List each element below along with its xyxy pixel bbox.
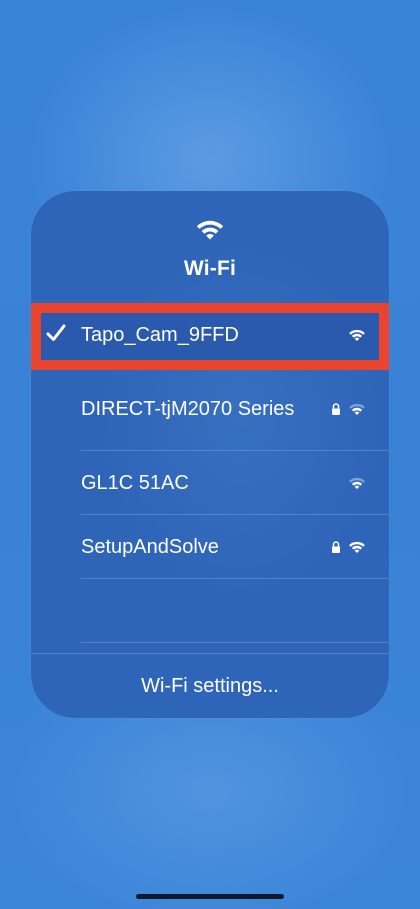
wifi-settings-label: Wi-Fi settings... bbox=[141, 674, 279, 697]
lock-icon bbox=[332, 403, 340, 415]
wifi-signal-medium-icon bbox=[349, 403, 365, 415]
network-name: SetupAndSolve bbox=[81, 536, 219, 558]
network-status-icons bbox=[331, 402, 367, 417]
network-status-icons bbox=[331, 540, 367, 555]
wifi-header: Wi-Fi bbox=[31, 217, 389, 281]
home-indicator[interactable] bbox=[136, 894, 284, 899]
checkmark-icon bbox=[46, 324, 66, 341]
wifi-settings-button[interactable]: Wi-Fi settings... bbox=[31, 653, 389, 718]
network-row-gl1c[interactable]: GL1C 51AC bbox=[31, 451, 389, 515]
wifi-signal-medium-icon bbox=[349, 477, 365, 489]
wifi-signal-full-icon bbox=[349, 541, 365, 553]
network-row-setupandsolve[interactable]: SetupAndSolve bbox=[31, 515, 389, 579]
network-list: Tapo_Cam_9FFD DIRECT-tjM2070 Series GL1C… bbox=[31, 303, 389, 643]
network-name: Tapo_Cam_9FFD bbox=[81, 324, 239, 346]
wifi-signal-full-icon bbox=[349, 329, 365, 341]
network-status-icons bbox=[347, 328, 367, 343]
network-row-tapo-cam[interactable]: Tapo_Cam_9FFD bbox=[31, 303, 389, 367]
network-row-direct[interactable]: DIRECT-tjM2070 Series bbox=[31, 367, 389, 451]
row-divider bbox=[81, 642, 389, 643]
wifi-title: Wi-Fi bbox=[183, 257, 237, 280]
empty-row bbox=[31, 579, 389, 643]
network-name: GL1C 51AC bbox=[81, 472, 189, 494]
network-name: DIRECT-tjM2070 Series bbox=[81, 398, 295, 420]
wifi-icon bbox=[196, 220, 224, 240]
network-status-icons bbox=[347, 476, 367, 491]
wifi-panel: Wi-Fi Tapo_Cam_9FFD DIRECT-tjM2070 Serie… bbox=[31, 191, 389, 718]
lock-icon bbox=[332, 541, 340, 553]
